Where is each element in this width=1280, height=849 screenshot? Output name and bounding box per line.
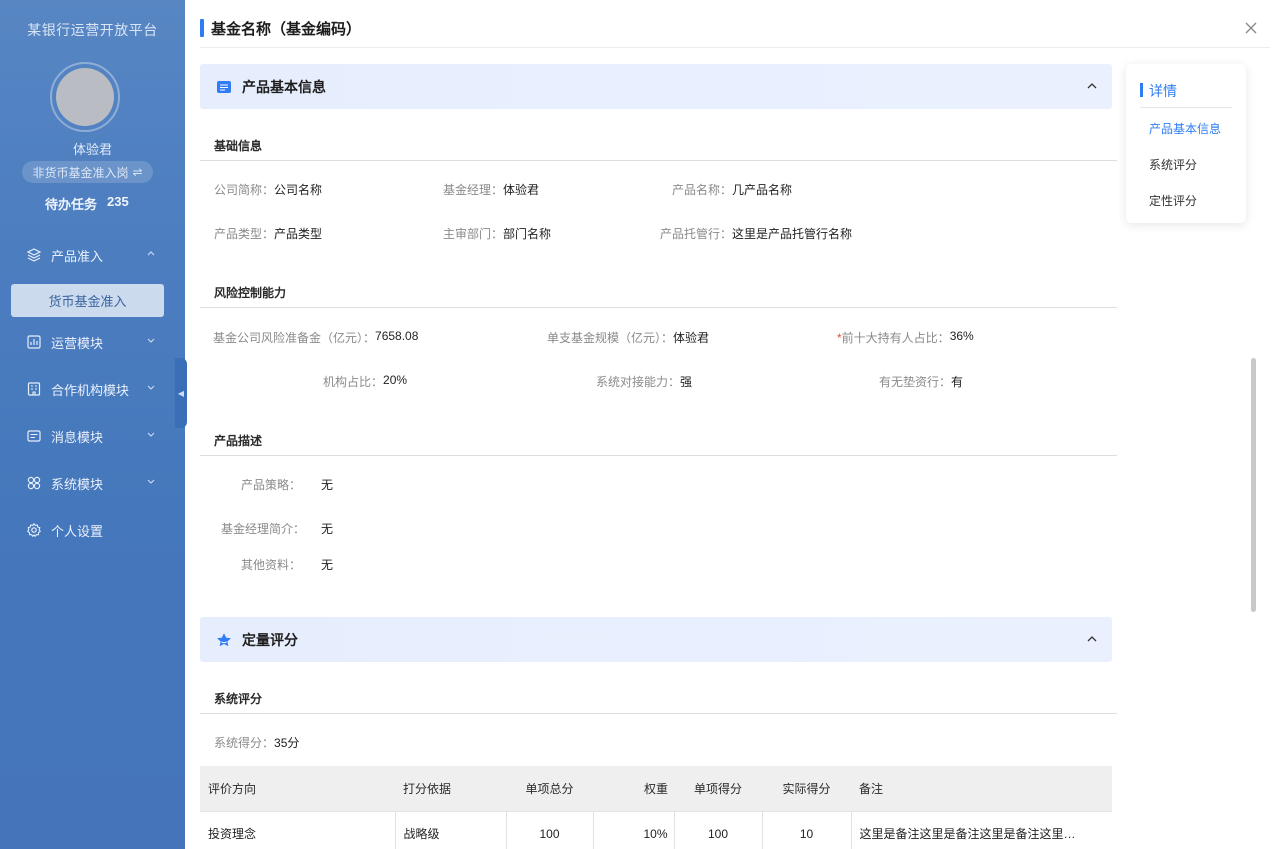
section-title: 定量评分 — [242, 631, 298, 648]
avatar[interactable] — [56, 68, 114, 126]
chart-icon — [26, 334, 42, 350]
sidebar-item-label: 个人设置 — [51, 523, 104, 539]
layers-icon — [26, 247, 42, 263]
grid-icon — [26, 475, 42, 491]
star-icon — [216, 632, 232, 648]
column-header: 权重 — [593, 766, 674, 812]
section-header-basic-info[interactable]: 产品基本信息 — [200, 64, 1112, 109]
sidebar-item-messages[interactable]: 消息模块 — [0, 421, 185, 451]
field-review-department: 主审部门： 部门名称 — [443, 227, 552, 241]
todo-tasks[interactable]: 待办任务 235 — [45, 194, 129, 213]
sidebar-item-label: 产品准入 — [51, 248, 104, 264]
group-title-risk: 风险控制能力 — [214, 286, 287, 300]
field-other-materials: 其他资料： 无 — [240, 558, 334, 572]
field-fund-manager: 基金经理： 体验君 — [443, 183, 540, 197]
scrollbar-thumb[interactable] — [1251, 358, 1256, 612]
field-product-type: 产品类型： 产品类型 — [214, 227, 323, 241]
sidebar-item-partners[interactable]: 合作机构模块 — [0, 374, 185, 404]
chevron-down-icon — [147, 432, 155, 437]
column-header: 备注 — [851, 766, 1112, 812]
sidebar-item-label: 合作机构模块 — [51, 382, 130, 398]
chevron-up-icon — [147, 251, 155, 256]
role-label: 非货币基金准入岗 — [32, 165, 129, 180]
group-title-system-score: 系统评分 — [214, 692, 263, 706]
sidebar-item-label: 消息模块 — [51, 429, 104, 445]
page-title: 基金名称（基金编码） — [211, 21, 362, 38]
table-header-row: 评价方向 打分依据 单项总分 权重 单项得分 实际得分 备注 — [200, 766, 1112, 812]
field-system-score: 系统得分： 35分 — [214, 736, 300, 750]
table-row: 投资理念 战略级 100 10% 100 10 这里是备注这里是备注这里是备注这… — [200, 810, 1112, 849]
table-cell: 100 — [673, 810, 763, 849]
divider — [200, 307, 1117, 308]
list-card-icon — [216, 79, 232, 95]
column-header: 评价方向 — [200, 766, 395, 812]
chevron-down-icon — [147, 479, 155, 484]
close-icon[interactable] — [1244, 21, 1258, 35]
anchor-item-system-score[interactable]: 系统评分 — [1149, 156, 1197, 173]
role-switcher[interactable]: 非货币基金准入岗 ⇌ — [22, 161, 153, 183]
avatar-ring — [50, 62, 120, 132]
sidebar-collapse-handle[interactable]: ◀ — [175, 358, 187, 428]
field-system-integration: 系统对接能力： 强 — [596, 375, 693, 389]
divider — [200, 713, 1117, 714]
switch-icon: ⇌ — [132, 165, 143, 179]
field-advance-bank: 有无垫资行： 有 — [879, 375, 964, 389]
sidebar: 某银行运营开放平台 体验君 非货币基金准入岗 ⇌ 待办任务 235 产品准入 货… — [0, 0, 185, 849]
title-accent-bar — [200, 19, 204, 37]
chevron-down-icon — [147, 385, 155, 390]
sidebar-item-operations[interactable]: 运营模块 — [0, 327, 185, 357]
table-cell: 这里是备注这里是备注这里是备注这里… — [850, 810, 1112, 849]
anchor-item-basic-info[interactable]: 产品基本信息 — [1149, 120, 1221, 137]
field-product-strategy: 产品策略： 无 — [240, 478, 334, 492]
chevron-up-icon[interactable] — [1086, 633, 1098, 645]
anchor-title: 详情 — [1149, 83, 1177, 99]
divider — [200, 160, 1117, 161]
sidebar-item-label: 运营模块 — [51, 335, 104, 351]
group-title-basic: 基础信息 — [214, 139, 263, 153]
table-cell: 战略级 — [394, 810, 507, 849]
anchor-nav: 详情 产品基本信息 系统评分 定性评分 — [1126, 64, 1246, 223]
table-cell: 10% — [592, 810, 675, 849]
table-cell: 10 — [761, 810, 852, 849]
chevron-down-icon — [147, 338, 155, 343]
panel-header: 基金名称（基金编码） — [200, 0, 1270, 48]
section-header-quant-score[interactable]: 定量评分 — [200, 617, 1112, 662]
gear-icon — [26, 522, 42, 538]
divider — [200, 455, 1117, 456]
field-single-fund-scale: 单支基金规模（亿元）： 体验君 — [547, 331, 710, 345]
field-risk-reserve: 基金公司风险准备金（亿元）： 7658.08 — [213, 329, 419, 345]
building-icon — [26, 381, 42, 397]
message-icon — [26, 428, 42, 444]
group-title-description: 产品描述 — [214, 434, 263, 448]
sidebar-item-personal-settings[interactable]: 个人设置 — [0, 515, 185, 545]
chevron-up-icon[interactable] — [1086, 80, 1098, 92]
field-top10-holders: *前十大持有人占比： 36% — [837, 329, 974, 345]
user-name: 体验君 — [72, 142, 112, 157]
field-manager-intro: 基金经理简介： 无 — [221, 522, 334, 536]
anchor-accent-bar — [1140, 83, 1143, 97]
column-header: 单项得分 — [674, 766, 762, 812]
score-table: 评价方向 打分依据 单项总分 权重 单项得分 实际得分 备注 投资理念 战略级 … — [200, 766, 1112, 849]
section-title: 产品基本信息 — [242, 78, 326, 95]
column-header: 实际得分 — [762, 766, 851, 812]
field-institution-ratio: 机构占比： 20% — [323, 373, 408, 389]
sidebar-item-product-access[interactable]: 产品准入 — [0, 240, 185, 270]
divider — [1140, 107, 1232, 108]
sidebar-item-label: 系统模块 — [51, 476, 104, 492]
column-header: 单项总分 — [506, 766, 593, 812]
field-company-short: 公司简称： 公司名称 — [214, 183, 323, 197]
anchor-item-qualitative-score[interactable]: 定性评分 — [1149, 192, 1197, 209]
field-custodian-bank: 产品托管行： 这里是产品托管行名称 — [660, 227, 853, 241]
table-cell: 100 — [505, 810, 594, 849]
todo-count: 235 — [107, 194, 129, 209]
column-header: 打分依据 — [395, 766, 506, 812]
sidebar-subitem-money-fund[interactable]: 货币基金准入 — [11, 284, 164, 317]
field-product-name: 产品名称： 几产品名称 — [672, 183, 793, 197]
platform-brand: 某银行运营开放平台 — [27, 22, 158, 38]
sidebar-item-system[interactable]: 系统模块 — [0, 468, 185, 498]
detail-panel: 基金名称（基金编码） 产品基本信息 基础信息 公司简称： 公司名称 基金经理： … — [187, 0, 1280, 849]
todo-label: 待办任务 — [45, 197, 98, 212]
sidebar-menu: 产品准入 货币基金准入 运营模块 合作机构模块 消息模块 系统模块 个人设置 — [0, 240, 185, 545]
table-cell: 投资理念 — [200, 810, 396, 849]
